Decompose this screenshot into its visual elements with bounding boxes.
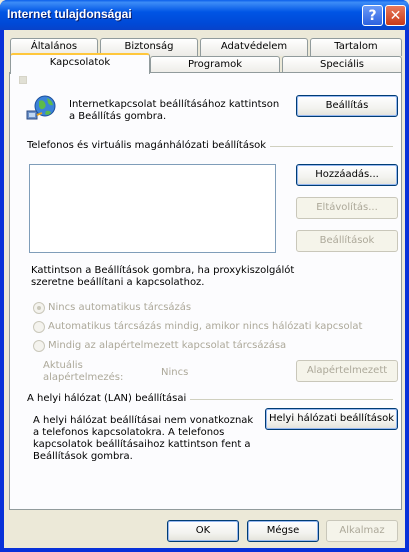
lan-text-line2: a telefonos kapcsolatokra. A telefonos bbox=[33, 427, 225, 438]
dialog-client-area: Általános Biztonság Adatvédelem Tartalom… bbox=[4, 30, 405, 548]
radio-always-dial-default[interactable] bbox=[33, 340, 45, 352]
radio-selected-dot bbox=[37, 306, 41, 310]
radio-never-dial-label[interactable]: Nincs automatikus tárcsázás bbox=[48, 302, 191, 314]
vpn-heading: Telefonos és virtuális magánhálózati beá… bbox=[27, 140, 271, 152]
lan-text-line1: A helyi hálózat beállításai nem vonatkoz… bbox=[33, 415, 254, 426]
close-icon: ✕ bbox=[389, 7, 402, 24]
current-default-label-line1: Aktuális bbox=[43, 360, 83, 371]
proxy-hint-line1: Kattintson a Beállítások gombra, ha prox… bbox=[31, 265, 295, 276]
properties-window: Internet tulajdonságai ? ✕ Általános Biz… bbox=[0, 0, 409, 552]
window-title: Internet tulajdonságai bbox=[7, 7, 132, 21]
ok-button[interactable]: OK bbox=[167, 520, 239, 542]
radio-dial-when-no-network[interactable] bbox=[33, 321, 45, 333]
setup-button[interactable]: Beállítás bbox=[296, 95, 398, 117]
help-icon: ? bbox=[368, 7, 377, 24]
tab-adatvedelem[interactable]: Adatvédelem bbox=[200, 38, 308, 56]
remove-connection-button[interactable]: Eltávolítás... bbox=[296, 197, 398, 219]
radio-dial-when-no-network-label[interactable]: Automatikus tárcsázás mindig, amikor nin… bbox=[48, 321, 362, 333]
radio-always-dial-default-label[interactable]: Mindig az alapértelmezett kapcsolat tárc… bbox=[48, 340, 286, 352]
connections-panel: Internetkapcsolat beállításához kattints… bbox=[9, 72, 402, 510]
lan-settings-button[interactable]: Helyi hálózati beállítások bbox=[265, 408, 398, 430]
focus-marker bbox=[19, 76, 27, 84]
tab-tartalom[interactable]: Tartalom bbox=[310, 38, 402, 56]
radio-never-dial[interactable] bbox=[33, 302, 45, 314]
lan-text-line4: Beállítások gombra. bbox=[33, 451, 133, 462]
lan-heading: A helyi hálózat (LAN) beállításai bbox=[27, 393, 191, 405]
help-button[interactable]: ? bbox=[362, 5, 383, 26]
add-connection-button[interactable]: Hozzáadás... bbox=[296, 164, 398, 186]
connections-listbox[interactable] bbox=[29, 164, 276, 253]
title-bar[interactable]: Internet tulajdonságai ? ✕ bbox=[0, 0, 409, 30]
setup-text-line1: Internetkapcsolat beállításához kattints… bbox=[69, 99, 280, 110]
connection-settings-button[interactable]: Beállítások bbox=[296, 230, 398, 252]
current-default-label-line2: alapértelmezés: bbox=[43, 372, 124, 383]
cancel-button[interactable]: Mégse bbox=[247, 520, 319, 542]
lan-text-line3: kapcsolatok beállításaihoz kattintson fe… bbox=[33, 439, 251, 450]
setup-text-line2: a Beállítás gombra. bbox=[69, 111, 167, 122]
close-button[interactable]: ✕ bbox=[385, 5, 406, 26]
tab-kapcsolatok[interactable]: Kapcsolatok bbox=[10, 53, 150, 74]
globe-network-icon bbox=[25, 93, 57, 125]
current-default-value: Nincs bbox=[161, 367, 189, 378]
apply-button[interactable]: Alkalmaz bbox=[326, 520, 398, 542]
proxy-hint-line2: szeretne beállítani a kapcsolathoz. bbox=[31, 277, 205, 288]
set-default-button[interactable]: Alapértelmezett bbox=[296, 360, 398, 382]
